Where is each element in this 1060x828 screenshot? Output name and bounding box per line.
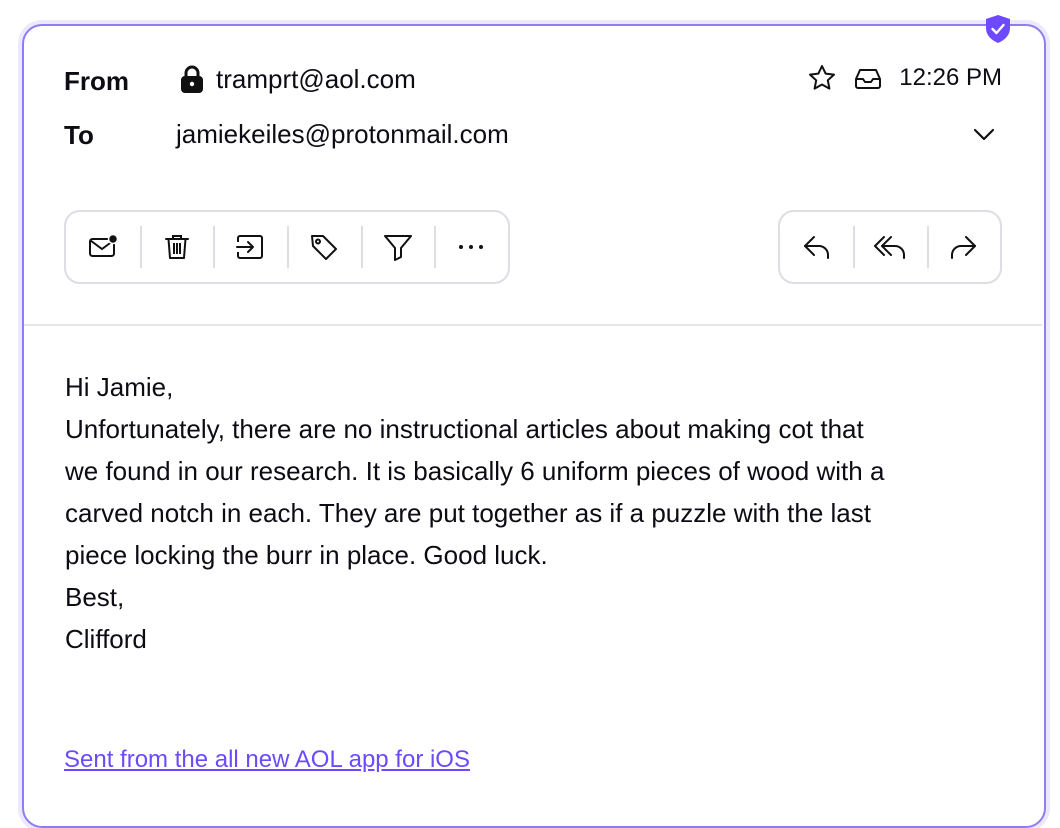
- mark-unread-button[interactable]: [66, 212, 140, 282]
- forward-icon: [951, 236, 977, 259]
- move-icon: [236, 235, 264, 259]
- body-line: piece locking the burr in place. Good lu…: [65, 540, 548, 570]
- greeting: Hi Jamie,: [65, 372, 174, 402]
- body-line: Unfortunately, there are no instructiona…: [65, 414, 864, 444]
- header-divider: [24, 324, 1042, 326]
- star-icon[interactable]: [807, 63, 837, 93]
- message-body: Hi Jamie, Unfortunately, there are no in…: [65, 366, 1005, 660]
- shield-check-icon: [986, 15, 1010, 43]
- reply-icon: [803, 236, 829, 259]
- message-time: 12:26 PM: [899, 64, 1002, 91]
- reply-all-button[interactable]: [853, 212, 926, 282]
- label-icon: [310, 235, 337, 260]
- label-button[interactable]: [287, 212, 361, 282]
- message-actions-toolbar: [64, 210, 510, 284]
- to-address[interactable]: jamiekeiles@protonmail.com: [176, 119, 509, 150]
- lock-icon: [181, 65, 203, 93]
- reply-all-icon: [873, 236, 905, 259]
- to-label: To: [64, 120, 94, 150]
- mark-unread-icon: [88, 233, 119, 257]
- move-button[interactable]: [213, 212, 287, 282]
- inbox-icon: [853, 63, 883, 93]
- more-icon: [459, 245, 484, 249]
- forward-button[interactable]: [926, 212, 1000, 282]
- body-line: carved notch in each. They are put toget…: [65, 498, 871, 528]
- more-button[interactable]: [434, 212, 508, 282]
- sender-name: Clifford: [65, 624, 147, 654]
- from-address[interactable]: tramprt@aol.com: [216, 64, 416, 95]
- closing: Best,: [65, 582, 125, 612]
- filter-icon: [383, 235, 412, 261]
- chevron-down-icon[interactable]: [970, 120, 998, 148]
- reply-toolbar: [778, 210, 1002, 284]
- message-meta: 12:26 PM: [807, 58, 1002, 98]
- body-line: we found in our research. It is basicall…: [65, 456, 885, 486]
- filter-button[interactable]: [360, 212, 435, 282]
- trash-icon: [164, 235, 189, 259]
- signature-link[interactable]: Sent from the all new AOL app for iOS: [64, 746, 470, 774]
- delete-button[interactable]: [139, 212, 214, 282]
- reply-button[interactable]: [780, 212, 853, 282]
- from-label: From: [64, 66, 129, 96]
